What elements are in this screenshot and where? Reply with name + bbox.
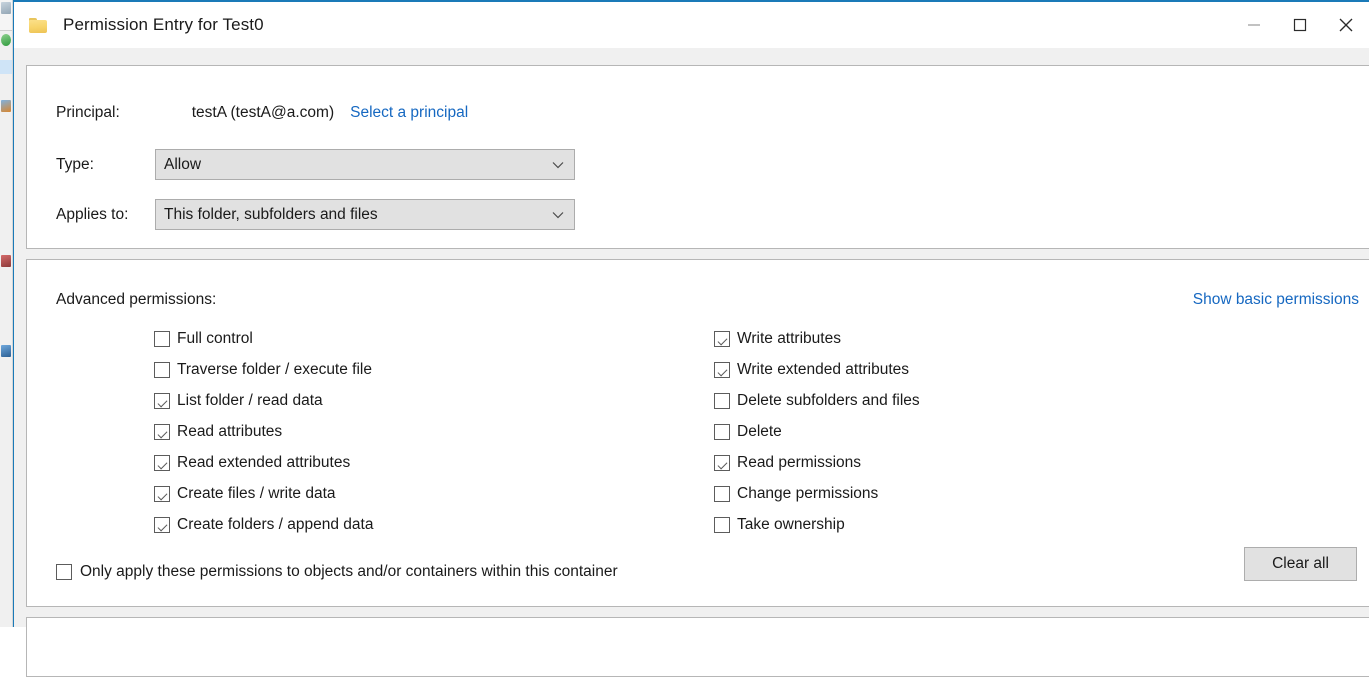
permission-right-item[interactable]: Read permissions xyxy=(714,447,920,478)
permission-left-checkbox[interactable] xyxy=(154,454,170,471)
applies-to-row: Applies to: This folder, subfolders and … xyxy=(56,199,575,230)
type-row: Type: Allow xyxy=(56,149,575,180)
permission-left-label: Read attributes xyxy=(177,422,283,440)
applies-to-dropdown-value: This folder, subfolders and files xyxy=(164,205,378,223)
maximize-button[interactable] xyxy=(1277,2,1323,48)
permission-right-item[interactable]: Change permissions xyxy=(714,478,920,509)
background-icon-4 xyxy=(1,255,11,267)
permission-right-item[interactable]: Delete xyxy=(714,416,920,447)
minimize-button[interactable] xyxy=(1231,2,1277,48)
advanced-permissions-panel: Advanced permissions: Show basic permiss… xyxy=(26,259,1369,607)
permission-right-checkbox[interactable] xyxy=(714,454,730,471)
permission-right-item[interactable]: Delete subfolders and files xyxy=(714,385,920,416)
permission-left-item[interactable]: Create files / write data xyxy=(154,478,373,509)
permission-left-checkbox[interactable] xyxy=(154,485,170,502)
permission-right-label: Write extended attributes xyxy=(737,360,910,378)
permission-left-checkbox[interactable] xyxy=(154,330,170,347)
applies-to-dropdown[interactable]: This folder, subfolders and files xyxy=(155,199,575,230)
permission-left-label: Traverse folder / execute file xyxy=(177,360,372,378)
type-label: Type: xyxy=(56,155,94,173)
maximize-icon xyxy=(1293,18,1307,32)
permission-left-checkbox[interactable] xyxy=(154,423,170,440)
close-icon xyxy=(1339,18,1353,32)
only-apply-label: Only apply these permissions to objects … xyxy=(80,563,618,580)
background-icon-1 xyxy=(1,2,11,14)
permission-left-label: Create files / write data xyxy=(177,484,336,502)
permission-right-label: Read permissions xyxy=(737,453,862,471)
bottom-panel xyxy=(26,617,1369,677)
close-button[interactable] xyxy=(1323,2,1369,48)
folder-icon xyxy=(29,17,47,33)
only-apply-checkbox[interactable] xyxy=(56,564,72,580)
permission-right-checkbox[interactable] xyxy=(714,516,730,533)
permission-entry-dialog: Permission Entry for Test0 Principal: te… xyxy=(13,0,1369,677)
permission-left-item[interactable]: Traverse folder / execute file xyxy=(154,354,373,385)
permission-left-item[interactable]: Full control xyxy=(154,323,373,354)
type-dropdown[interactable]: Allow xyxy=(155,149,575,180)
permission-right-checkbox[interactable] xyxy=(714,423,730,440)
permission-right-label: Take ownership xyxy=(737,515,845,533)
background-selected-row xyxy=(0,60,12,74)
permission-left-item[interactable]: Create folders / append data xyxy=(154,509,373,540)
permission-right-label: Write attributes xyxy=(737,329,841,347)
permissions-column-right: Write attributes Write extended attribute… xyxy=(714,323,920,540)
permission-right-item[interactable]: Take ownership xyxy=(714,509,920,540)
permission-left-item[interactable]: Read attributes xyxy=(154,416,373,447)
permission-right-checkbox[interactable] xyxy=(714,392,730,409)
permission-left-item[interactable]: Read extended attributes xyxy=(154,447,373,478)
permission-left-label: Create folders / append data xyxy=(177,515,374,533)
minimize-icon xyxy=(1248,24,1260,26)
permission-left-label: List folder / read data xyxy=(177,391,323,409)
principal-value: testA (testA@a.com) xyxy=(191,104,335,121)
permission-right-checkbox[interactable] xyxy=(714,330,730,347)
principal-row: Principal: testA (testA@a.com) Select a … xyxy=(56,104,468,122)
permission-right-label: Delete xyxy=(737,422,782,440)
chevron-down-icon xyxy=(552,206,564,224)
type-dropdown-value: Allow xyxy=(164,155,202,173)
applies-to-label: Applies to: xyxy=(56,205,129,223)
permission-right-label: Delete subfolders and files xyxy=(737,391,920,409)
permission-left-checkbox[interactable] xyxy=(154,516,170,533)
permission-left-label: Full control xyxy=(177,329,253,347)
permission-right-checkbox[interactable] xyxy=(714,361,730,378)
background-icon-5 xyxy=(1,345,11,357)
permissions-column-left: Full control Traverse folder / execute fi… xyxy=(154,323,373,540)
permission-left-checkbox[interactable] xyxy=(154,361,170,378)
permission-right-checkbox[interactable] xyxy=(714,485,730,502)
chevron-down-icon xyxy=(552,156,564,174)
only-apply-checkbox-row[interactable]: Only apply these permissions to objects … xyxy=(56,563,618,581)
window-title: Permission Entry for Test0 xyxy=(63,15,264,34)
permission-right-item[interactable]: Write attributes xyxy=(714,323,920,354)
background-icon-2 xyxy=(1,34,11,46)
permission-left-label: Read extended attributes xyxy=(177,453,351,471)
title-bar: Permission Entry for Test0 xyxy=(14,2,1369,48)
principal-panel: Principal: testA (testA@a.com) Select a … xyxy=(26,65,1369,249)
principal-label: Principal: xyxy=(56,104,120,121)
permission-left-item[interactable]: List folder / read data xyxy=(154,385,373,416)
permission-right-item[interactable]: Write extended attributes xyxy=(714,354,920,385)
background-icon-3 xyxy=(1,100,11,112)
permission-right-label: Change permissions xyxy=(737,484,879,502)
permission-left-checkbox[interactable] xyxy=(154,392,170,409)
advanced-permissions-heading: Advanced permissions: xyxy=(56,291,217,308)
show-basic-permissions-link[interactable]: Show basic permissions xyxy=(1193,291,1359,309)
background-window-edge xyxy=(0,0,13,627)
clear-all-button[interactable]: Clear all xyxy=(1244,547,1357,581)
window-controls xyxy=(1231,2,1369,48)
select-a-principal-link[interactable]: Select a principal xyxy=(350,104,468,122)
